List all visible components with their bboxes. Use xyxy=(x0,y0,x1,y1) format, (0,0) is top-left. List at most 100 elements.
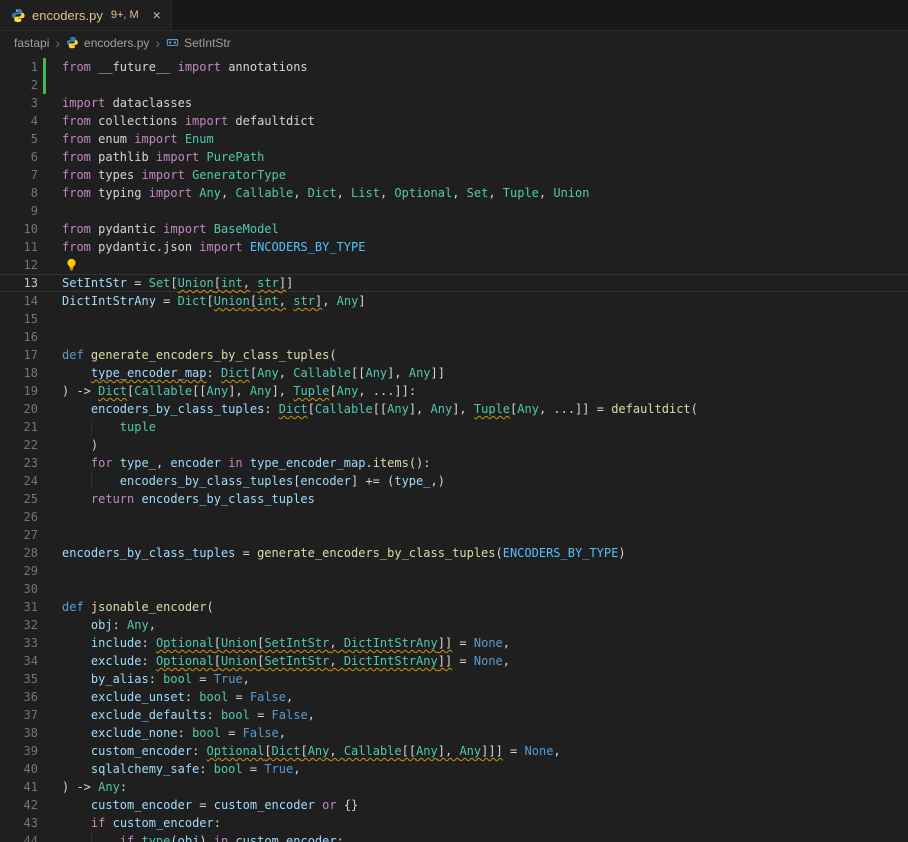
code-line[interactable]: 12 xyxy=(0,256,908,274)
code-line[interactable]: 13SetIntStr = Set[Union[int, str]] xyxy=(0,274,908,292)
code-line[interactable]: 22 ) xyxy=(0,436,908,454)
line-number[interactable]: 29 xyxy=(0,562,38,580)
code-line[interactable]: 39 custom_encoder: Optional[Dict[Any, Ca… xyxy=(0,742,908,760)
code-line[interactable]: 21 tuple xyxy=(0,418,908,436)
line-number[interactable]: 43 xyxy=(0,814,38,832)
code-line[interactable]: 8from typing import Any, Callable, Dict,… xyxy=(0,184,908,202)
code-line[interactable]: 14DictIntStrAny = Dict[Union[int, str], … xyxy=(0,292,908,310)
code-line[interactable]: 28encoders_by_class_tuples = generate_en… xyxy=(0,544,908,562)
line-number[interactable]: 7 xyxy=(0,166,38,184)
line-number[interactable]: 32 xyxy=(0,616,38,634)
line-number[interactable]: 8 xyxy=(0,184,38,202)
line-number[interactable]: 12 xyxy=(0,256,38,274)
code-token: Tuple xyxy=(503,186,539,200)
line-number[interactable]: 23 xyxy=(0,454,38,472)
line-number[interactable]: 19 xyxy=(0,382,38,400)
code-line[interactable]: 42 custom_encoder = custom_encoder or {} xyxy=(0,796,908,814)
line-number[interactable]: 18 xyxy=(0,364,38,382)
code-line[interactable]: 34 exclude: Optional[Union[SetIntStr, Di… xyxy=(0,652,908,670)
line-number[interactable]: 1 xyxy=(0,58,38,76)
line-number[interactable]: 44 xyxy=(0,832,38,842)
breadcrumb-file[interactable]: encoders.py xyxy=(84,36,149,50)
line-number[interactable]: 31 xyxy=(0,598,38,616)
line-number[interactable]: 2 xyxy=(0,76,38,94)
code-line[interactable]: 38 exclude_none: bool = False, xyxy=(0,724,908,742)
code-line[interactable]: 43 if custom_encoder: xyxy=(0,814,908,832)
code-line[interactable]: 37 exclude_defaults: bool = False, xyxy=(0,706,908,724)
code-line[interactable]: 31def jsonable_encoder( xyxy=(0,598,908,616)
line-number[interactable]: 24 xyxy=(0,472,38,490)
code-line[interactable]: 30 xyxy=(0,580,908,598)
code-line[interactable]: 32 obj: Any, xyxy=(0,616,908,634)
code-line[interactable]: 27 xyxy=(0,526,908,544)
code-line[interactable]: 9 xyxy=(0,202,908,220)
editor[interactable]: 1from __future__ import annotations23imp… xyxy=(0,54,908,842)
line-number[interactable]: 37 xyxy=(0,706,38,724)
code-line[interactable]: 7from types import GeneratorType xyxy=(0,166,908,184)
line-number[interactable]: 36 xyxy=(0,688,38,706)
line-number[interactable]: 14 xyxy=(0,292,38,310)
code-line[interactable]: 16 xyxy=(0,328,908,346)
tab-encoders-py[interactable]: encoders.py 9+, M × xyxy=(0,0,172,30)
line-number[interactable]: 10 xyxy=(0,220,38,238)
code-line[interactable]: 23 for type_, encoder in type_encoder_ma… xyxy=(0,454,908,472)
code-line[interactable]: 40 sqlalchemy_safe: bool = True, xyxy=(0,760,908,778)
line-number[interactable]: 42 xyxy=(0,796,38,814)
code-token: : xyxy=(192,744,206,758)
line-number[interactable]: 6 xyxy=(0,148,38,166)
breadcrumb-symbol[interactable]: SetIntStr xyxy=(184,36,231,50)
line-number[interactable]: 16 xyxy=(0,328,38,346)
code-line[interactable]: 24 encoders_by_class_tuples[encoder] += … xyxy=(0,472,908,490)
line-number[interactable]: 38 xyxy=(0,724,38,742)
line-number[interactable]: 41 xyxy=(0,778,38,796)
code-line[interactable]: 33 include: Optional[Union[SetIntStr, Di… xyxy=(0,634,908,652)
line-number[interactable]: 33 xyxy=(0,634,38,652)
line-number[interactable]: 9 xyxy=(0,202,38,220)
line-number[interactable]: 22 xyxy=(0,436,38,454)
code-line[interactable]: 1from __future__ import annotations xyxy=(0,58,908,76)
line-number[interactable]: 21 xyxy=(0,418,38,436)
line-number[interactable]: 3 xyxy=(0,94,38,112)
close-icon[interactable]: × xyxy=(153,8,161,22)
line-number[interactable]: 30 xyxy=(0,580,38,598)
code-line[interactable]: 18 type_encoder_map: Dict[Any, Callable[… xyxy=(0,364,908,382)
code-line[interactable]: 20 encoders_by_class_tuples: Dict[Callab… xyxy=(0,400,908,418)
line-number[interactable]: 5 xyxy=(0,130,38,148)
line-number[interactable]: 20 xyxy=(0,400,38,418)
line-number[interactable]: 34 xyxy=(0,652,38,670)
line-number[interactable]: 25 xyxy=(0,490,38,508)
code-line[interactable]: 26 xyxy=(0,508,908,526)
line-number[interactable]: 26 xyxy=(0,508,38,526)
code-line[interactable]: 36 exclude_unset: bool = False, xyxy=(0,688,908,706)
code-line[interactable]: 2 xyxy=(0,76,908,94)
code-line[interactable]: 10from pydantic import BaseModel xyxy=(0,220,908,238)
code-line[interactable]: 15 xyxy=(0,310,908,328)
line-number[interactable]: 28 xyxy=(0,544,38,562)
line-number[interactable]: 15 xyxy=(0,310,38,328)
code-token: : xyxy=(337,834,344,842)
code-token: , xyxy=(539,186,553,200)
code-line[interactable]: 29 xyxy=(0,562,908,580)
code-line[interactable]: 44 if type(obj) in custom_encoder: xyxy=(0,832,908,842)
git-gutter xyxy=(43,436,46,454)
line-number[interactable]: 39 xyxy=(0,742,38,760)
code-line[interactable]: 11from pydantic.json import ENCODERS_BY_… xyxy=(0,238,908,256)
line-number[interactable]: 4 xyxy=(0,112,38,130)
line-number[interactable]: 27 xyxy=(0,526,38,544)
code-line[interactable]: 35 by_alias: bool = True, xyxy=(0,670,908,688)
line-number[interactable]: 11 xyxy=(0,238,38,256)
code-line[interactable]: 17def generate_encoders_by_class_tuples( xyxy=(0,346,908,364)
line-number[interactable]: 35 xyxy=(0,670,38,688)
code-line[interactable]: 3import dataclasses xyxy=(0,94,908,112)
breadcrumb-folder[interactable]: fastapi xyxy=(14,36,49,50)
code-line[interactable]: 4from collections import defaultdict xyxy=(0,112,908,130)
code-line[interactable]: 6from pathlib import PurePath xyxy=(0,148,908,166)
code-line[interactable]: 25 return encoders_by_class_tuples xyxy=(0,490,908,508)
line-number[interactable]: 40 xyxy=(0,760,38,778)
line-number[interactable]: 13 xyxy=(0,274,38,292)
code-line[interactable]: 5from enum import Enum xyxy=(0,130,908,148)
code-token: ]] xyxy=(438,654,452,668)
code-line[interactable]: 19) -> Dict[Callable[[Any], Any], Tuple[… xyxy=(0,382,908,400)
code-line[interactable]: 41) -> Any: xyxy=(0,778,908,796)
line-number[interactable]: 17 xyxy=(0,346,38,364)
